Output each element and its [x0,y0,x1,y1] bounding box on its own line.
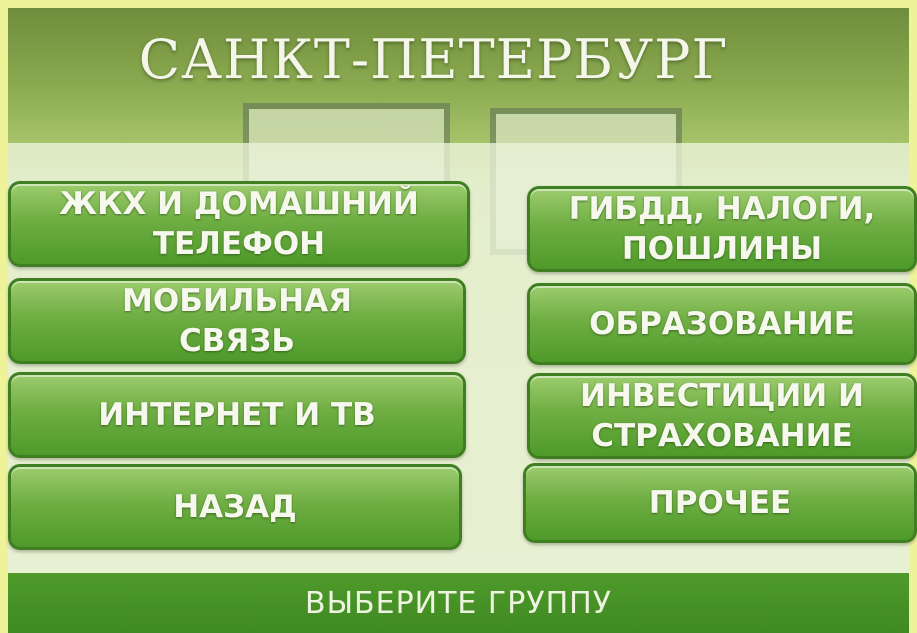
button-label: ИНТЕРНЕТ И ТВ [98,397,376,433]
status-bar: ВЫБЕРИТЕ ГРУППУ [8,573,909,633]
page-title: САНКТ-ПЕТЕРБУРГ [138,28,729,91]
other-button[interactable]: ПРОЧЕЕ [523,463,917,543]
button-label: ИНВЕСТИЦИИ И СТРАХОВАНИЕ [580,378,864,454]
investment-insurance-button[interactable]: ИНВЕСТИЦИИ И СТРАХОВАНИЕ [527,373,917,459]
mobile-button[interactable]: МОБИЛЬНАЯ СВЯЗЬ [8,278,466,364]
button-label: ГИБДД, НАЛОГИ, ПОШЛИНЫ [568,191,876,267]
button-label: НАЗАД [173,489,297,525]
button-label: ПРОЧЕЕ [648,485,792,521]
housing-phone-button[interactable]: ЖКХ И ДОМАШНИЙ ТЕЛЕФОН [8,181,470,267]
button-label: ЖКХ И ДОМАШНИЙ ТЕЛЕФОН [59,186,419,262]
education-button[interactable]: ОБРАЗОВАНИЕ [527,283,917,365]
back-button[interactable]: НАЗАД [8,464,462,550]
prompt-text: ВЫБЕРИТЕ ГРУППУ [304,585,612,621]
button-label: ОБРАЗОВАНИЕ [589,306,855,342]
internet-tv-button[interactable]: ИНТЕРНЕТ И ТВ [8,372,466,458]
traffic-taxes-button[interactable]: ГИБДД, НАЛОГИ, ПОШЛИНЫ [527,186,917,272]
button-label: МОБИЛЬНАЯ СВЯЗЬ [122,283,352,359]
